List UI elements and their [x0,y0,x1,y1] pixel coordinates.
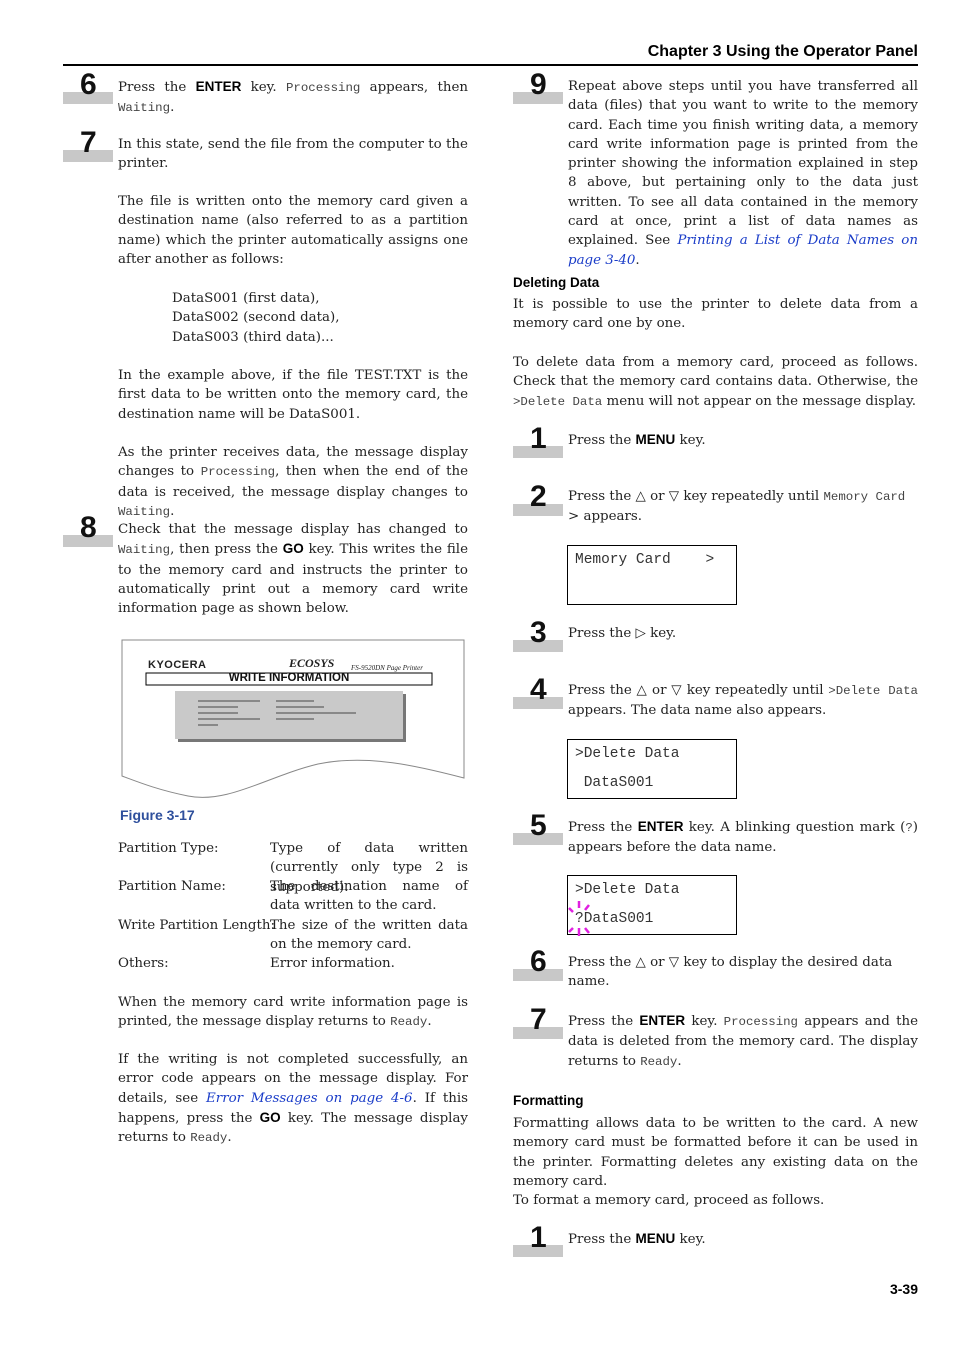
delete-step-1-text: Press the MENU key. [568,432,706,448]
paragraph-receive: As the printer receives data, the messag… [118,445,469,519]
step-7-text: In this state, send the file from the co… [118,137,468,172]
step-8-text: Check that the message display has chang… [118,522,468,617]
delete-step-4-text: Press the △ or ▽ key repeatedly until >D… [568,683,918,719]
step-number: 7 [63,128,113,162]
lcd-memory-card: Memory Card > [567,545,737,605]
delete-step-3-text: Press the ▷ key. [568,626,677,641]
delete-step-2-text: Press the △ or ▽ key repeatedly until Me… [568,489,906,525]
paragraph-return-ready: When the memory card write information p… [118,995,468,1030]
delete-step-6-text: Press the △ or ▽ key to display the desi… [568,955,893,990]
step-6-text: Press the ENTER key. Processing appears,… [118,79,468,116]
list-item: DataS001 (first data), [172,291,320,306]
paragraph-destination-name: The file is written onto the memory card… [118,194,468,267]
format-step-1-text: Press the MENU key. [568,1231,706,1247]
page-number: 3-39 [889,1281,918,1297]
data-names-list: DataS001 (first data), DataS002 (second … [172,289,472,347]
deleting-intro: It is possible to use the printer to del… [513,297,918,332]
lcd-delete-data: >Delete Data DataS001 [567,739,737,799]
formatting-intro: Formatting allows data to be written to … [513,1116,918,1189]
delete-step-5-text: Press the ENTER key. A blinking question… [568,819,918,856]
data-box [175,691,403,739]
blinking-cursor-icon [568,901,590,936]
deleting-data-heading: Deleting Data [513,275,600,290]
formatting-heading: Formatting [513,1093,584,1108]
step-9-text: Repeat above steps until you have transf… [568,79,918,268]
chapter-title: Chapter 3 Using the Operator Panel [647,43,918,60]
delete-step-7-text: Press the ENTER key. Processing appears … [568,1013,918,1069]
paragraph-error: If the writing is not completed successf… [118,1052,468,1146]
list-item: DataS003 (third data)... [172,329,334,345]
step-number: 6 [63,70,113,104]
page-header: Chapter 3 Using the Operator Panel [63,40,918,66]
step-number: 8 [63,513,113,547]
step-number: 9 [513,70,563,104]
paragraph-example: In the example above, if the file TEST.T… [118,368,468,422]
list-item: DataS002 (second data), [172,310,340,326]
error-messages-link[interactable]: Error Messages on page 4-6 [206,1091,413,1106]
figure-title: WRITE INFORMATION [228,672,350,684]
figure-caption: Figure 3-17 [120,807,195,823]
deleting-para: To delete data from a memory card, proce… [513,355,918,409]
formatting-para: To format a memory card, proceed as foll… [513,1193,825,1208]
